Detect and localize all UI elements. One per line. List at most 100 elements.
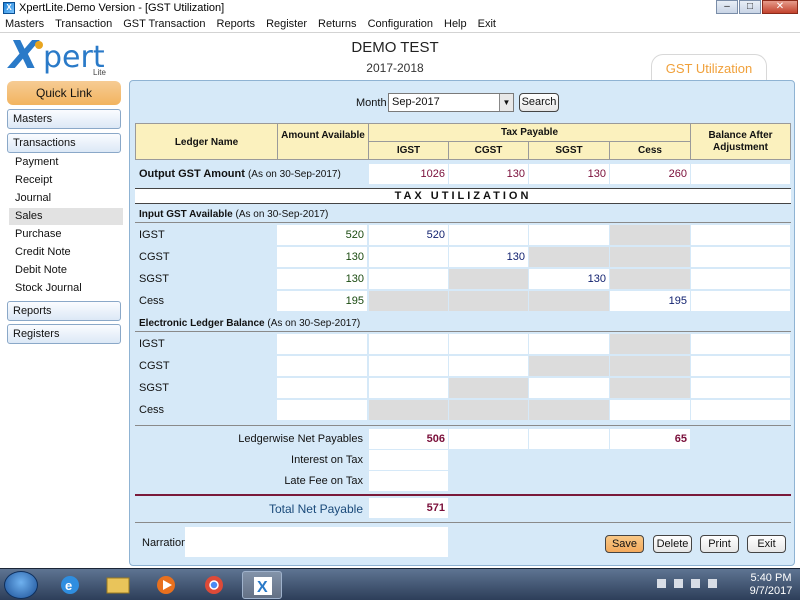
menu-configuration[interactable]: Configuration bbox=[368, 18, 433, 30]
clock[interactable]: 5:40 PM 9/7/2017 bbox=[746, 572, 796, 598]
sidebar-item-journal[interactable]: Journal bbox=[9, 190, 123, 207]
logo-x: X bbox=[9, 33, 39, 77]
output-cess-value: 260 bbox=[610, 164, 690, 184]
elb-cgst-igst[interactable] bbox=[369, 356, 448, 376]
electronic-row-label: IGST bbox=[139, 338, 165, 350]
elb-cgst-balance bbox=[691, 356, 790, 376]
elb-igst-sgst[interactable] bbox=[529, 334, 609, 354]
input-cess-cess[interactable]: 195 bbox=[610, 291, 690, 311]
sidebar-item-transactions[interactable]: Transactions bbox=[7, 133, 121, 153]
total-divider bbox=[135, 494, 791, 496]
network-icon[interactable] bbox=[691, 579, 700, 588]
input-cgst-igst[interactable] bbox=[369, 247, 448, 267]
minimize-icon[interactable]: – bbox=[716, 0, 738, 14]
windows-start-icon[interactable] bbox=[4, 571, 38, 599]
month-value: Sep-2017 bbox=[392, 96, 440, 108]
input-gst-title: Input GST Available bbox=[139, 209, 233, 220]
input-igst-cgst[interactable] bbox=[449, 225, 528, 245]
electronic-ledger-asof: (As on 30-Sep-2017) bbox=[267, 318, 361, 329]
sidebar-item-receipt[interactable]: Receipt bbox=[9, 172, 123, 189]
close-icon[interactable]: ✕ bbox=[762, 0, 798, 14]
input-igst-balance bbox=[691, 225, 790, 245]
output-gst-title: Output GST Amount bbox=[139, 168, 245, 180]
maximize-icon[interactable]: □ bbox=[739, 0, 761, 14]
sidebar-item-purchase[interactable]: Purchase bbox=[9, 226, 123, 243]
elb-cgst-amount[interactable] bbox=[277, 356, 367, 376]
ledgerwise-sgst-value bbox=[529, 429, 609, 449]
elb-igst-igst[interactable] bbox=[369, 334, 448, 354]
menu-transaction[interactable]: Transaction bbox=[55, 18, 112, 30]
exit-button[interactable]: Exit bbox=[747, 535, 786, 553]
sidebar-item-reports[interactable]: Reports bbox=[7, 301, 121, 321]
elb-sgst-igst[interactable] bbox=[369, 378, 448, 398]
menu-reports[interactable]: Reports bbox=[217, 18, 256, 30]
input-igst-cess bbox=[610, 225, 690, 245]
clock-time: 5:40 PM bbox=[750, 572, 792, 584]
sidebar-item-registers[interactable]: Registers bbox=[7, 324, 121, 344]
title-bar: X XpertLite.Demo Version - [GST Utilizat… bbox=[0, 0, 800, 16]
elb-sgst-sgst[interactable] bbox=[529, 378, 609, 398]
sidebar-item-credit-note[interactable]: Credit Note bbox=[9, 244, 123, 261]
ledgerwise-igst-value: 506 bbox=[369, 429, 448, 449]
late-fee-label: Late Fee on Tax bbox=[284, 475, 363, 487]
ledgerwise-cgst-value bbox=[449, 429, 528, 449]
print-button[interactable]: Print bbox=[700, 535, 739, 553]
elb-igst-amount[interactable] bbox=[277, 334, 367, 354]
month-select[interactable]: Sep-2017 ▼ bbox=[388, 93, 514, 112]
flag-icon[interactable] bbox=[657, 579, 666, 588]
sidebar-item-debit-note[interactable]: Debit Note bbox=[9, 262, 123, 279]
company-name: DEMO TEST bbox=[351, 39, 439, 56]
power-icon[interactable] bbox=[708, 579, 717, 588]
taskbar: e X 5:40 PM 9/7/2017 bbox=[0, 568, 800, 600]
sidebar-item-stock-journal[interactable]: Stock Journal bbox=[9, 280, 123, 297]
save-button[interactable]: Save bbox=[605, 535, 644, 553]
internet-explorer-icon[interactable]: e bbox=[50, 571, 90, 599]
sidebar-item-sales[interactable]: Sales bbox=[9, 208, 123, 225]
chrome-icon[interactable] bbox=[194, 571, 234, 599]
output-cgst-value: 130 bbox=[449, 164, 528, 184]
input-cess-balance bbox=[691, 291, 790, 311]
xpertlite-taskbar-icon[interactable]: X bbox=[242, 571, 282, 599]
elb-igst-cgst[interactable] bbox=[449, 334, 528, 354]
input-cgst-amount: 130 bbox=[277, 247, 367, 267]
divider bbox=[135, 425, 791, 426]
elb-igst-cess bbox=[610, 334, 690, 354]
input-sgst-sgst[interactable]: 130 bbox=[529, 269, 609, 289]
menu-help[interactable]: Help bbox=[444, 18, 467, 30]
sidebar-item-masters[interactable]: Masters bbox=[7, 109, 121, 129]
sidebar-item-payment[interactable]: Payment bbox=[9, 154, 123, 171]
quick-link-header[interactable]: Quick Link bbox=[7, 81, 121, 105]
menu-exit[interactable]: Exit bbox=[478, 18, 496, 30]
elb-cess-amount[interactable] bbox=[277, 400, 367, 420]
elb-cess-cess[interactable] bbox=[610, 400, 690, 420]
delete-button[interactable]: Delete bbox=[653, 535, 692, 553]
input-igst-amount: 520 bbox=[277, 225, 367, 245]
chevron-down-icon[interactable]: ▼ bbox=[499, 94, 513, 111]
output-sgst-value: 130 bbox=[529, 164, 609, 184]
input-igst-sgst[interactable] bbox=[529, 225, 609, 245]
menu-gst-transaction[interactable]: GST Transaction bbox=[123, 18, 205, 30]
col-balance-after-adjustment: Balance After Adjustment bbox=[690, 123, 791, 160]
narration-input[interactable] bbox=[185, 527, 448, 557]
input-sgst-amount: 130 bbox=[277, 269, 367, 289]
interest-on-tax-input[interactable] bbox=[369, 450, 448, 470]
elb-igst-balance bbox=[691, 334, 790, 354]
late-fee-input[interactable] bbox=[369, 471, 448, 491]
elb-cess-balance bbox=[691, 400, 790, 420]
volume-icon[interactable] bbox=[674, 579, 683, 588]
input-sgst-igst[interactable] bbox=[369, 269, 448, 289]
menu-returns[interactable]: Returns bbox=[318, 18, 357, 30]
col-igst: IGST bbox=[368, 141, 449, 160]
input-cgst-cgst[interactable]: 130 bbox=[449, 247, 528, 267]
search-button[interactable]: Search bbox=[519, 93, 559, 112]
menu-masters[interactable]: Masters bbox=[5, 18, 44, 30]
elb-cgst-cgst[interactable] bbox=[449, 356, 528, 376]
elb-sgst-amount[interactable] bbox=[277, 378, 367, 398]
tab-gst-utilization[interactable]: GST Utilization bbox=[651, 54, 767, 81]
file-explorer-icon[interactable] bbox=[98, 571, 138, 599]
menu-register[interactable]: Register bbox=[266, 18, 307, 30]
system-tray bbox=[657, 579, 717, 588]
financial-year: 2017-2018 bbox=[366, 61, 424, 75]
input-igst-igst[interactable]: 520 bbox=[369, 225, 448, 245]
media-player-icon[interactable] bbox=[146, 571, 186, 599]
